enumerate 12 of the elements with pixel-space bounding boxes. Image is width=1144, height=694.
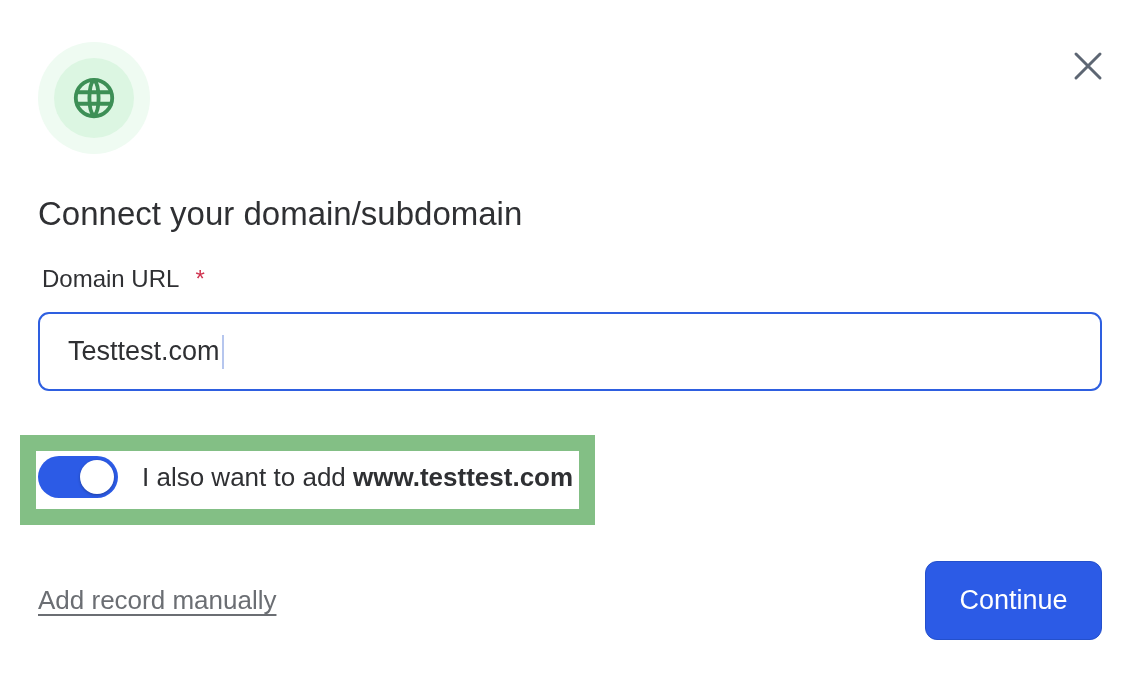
- close-button[interactable]: [1072, 50, 1104, 82]
- option-label: I also want to add www.testtest.com: [142, 461, 574, 493]
- dialog-title: Connect your domain/subdomain: [38, 194, 524, 234]
- continue-button[interactable]: Continue: [925, 561, 1102, 640]
- required-mark: *: [195, 264, 205, 294]
- domain-input-field[interactable]: Testtest.com: [38, 312, 1102, 391]
- add-record-link[interactable]: Add record manually: [38, 585, 277, 616]
- close-icon: [1072, 50, 1104, 82]
- toggle-switch[interactable]: [38, 456, 118, 498]
- globe-icon: [71, 75, 117, 121]
- text-cursor: [221, 334, 224, 369]
- field-label: Domain URL: [42, 264, 180, 294]
